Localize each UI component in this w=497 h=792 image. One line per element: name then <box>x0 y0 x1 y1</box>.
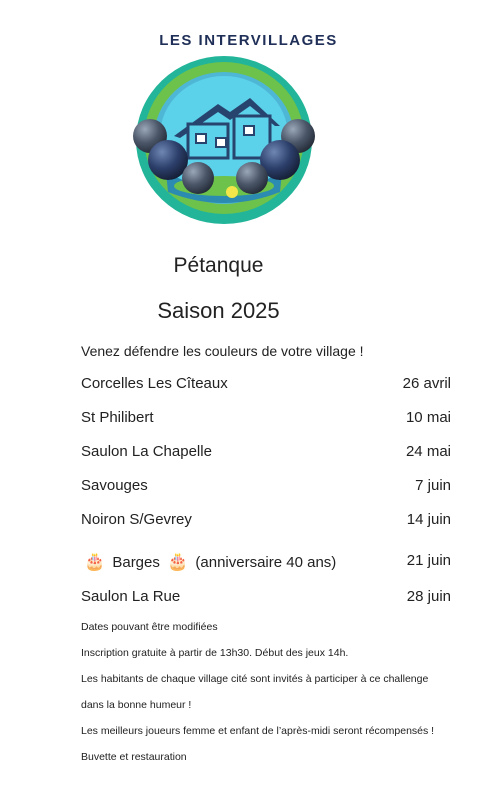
brand-title: LES INTERVILLAGES <box>159 32 338 49</box>
schedule-row: Noiron S/Gevrey 14 juin <box>81 511 451 533</box>
schedule-row: St Philibert 10 mai <box>81 409 451 431</box>
petanque-logo <box>133 56 315 224</box>
village-name: St Philibert <box>81 409 154 426</box>
season-title: Saison 2025 <box>157 298 280 323</box>
birthday-cake-icon: 🎂 <box>84 552 106 571</box>
schedule-row-anniversary: 🎂 Barges 🎂 (anniversaire 40 ans) 21 juin <box>81 552 451 574</box>
event-date: 21 juin <box>406 552 451 569</box>
anniversary-note: (anniversaire 40 ans) <box>195 554 337 571</box>
village-name: Barges <box>112 554 160 571</box>
village-name-with-icons: 🎂 Barges 🎂 (anniversaire 40 ans) <box>81 552 336 572</box>
event-date: 14 juin <box>406 511 451 528</box>
schedule-row: Corcelles Les Cîteaux 26 avril <box>81 375 451 397</box>
village-name: Corcelles Les Cîteaux <box>81 375 228 392</box>
village-name: Saulon La Chapelle <box>81 443 212 460</box>
schedule-row: Saulon La Chapelle 24 mai <box>81 443 451 465</box>
note-invitation: Les habitants de chaque village cité son… <box>81 673 429 685</box>
note-awards: Les meilleurs joueurs femme et enfant de… <box>81 725 435 737</box>
intro-text: Venez défendre les couleurs de votre vil… <box>81 343 364 359</box>
note-dates: Dates pouvant être modifiées <box>81 621 218 633</box>
note-refreshments: Buvette et restauration <box>81 751 187 763</box>
village-name: Savouges <box>81 477 148 494</box>
village-name: Noiron S/Gevrey <box>81 511 192 528</box>
birthday-cake-icon: 🎂 <box>167 552 189 571</box>
event-date: 26 avril <box>402 375 451 392</box>
note-registration: Inscription gratuite à partir de 13h30. … <box>81 647 349 659</box>
schedule-row: Saulon La Rue 28 juin <box>81 588 451 610</box>
event-date: 10 mai <box>405 409 451 426</box>
sport-title: Pétanque <box>173 254 264 277</box>
schedule-row: Savouges 7 juin <box>81 477 451 499</box>
event-date: 28 juin <box>406 588 451 605</box>
event-date: 7 juin <box>415 477 451 494</box>
event-date: 24 mai <box>405 443 451 460</box>
note-invitation-cont: dans la bonne humeur ! <box>81 699 192 711</box>
village-name: Saulon La Rue <box>81 588 181 605</box>
